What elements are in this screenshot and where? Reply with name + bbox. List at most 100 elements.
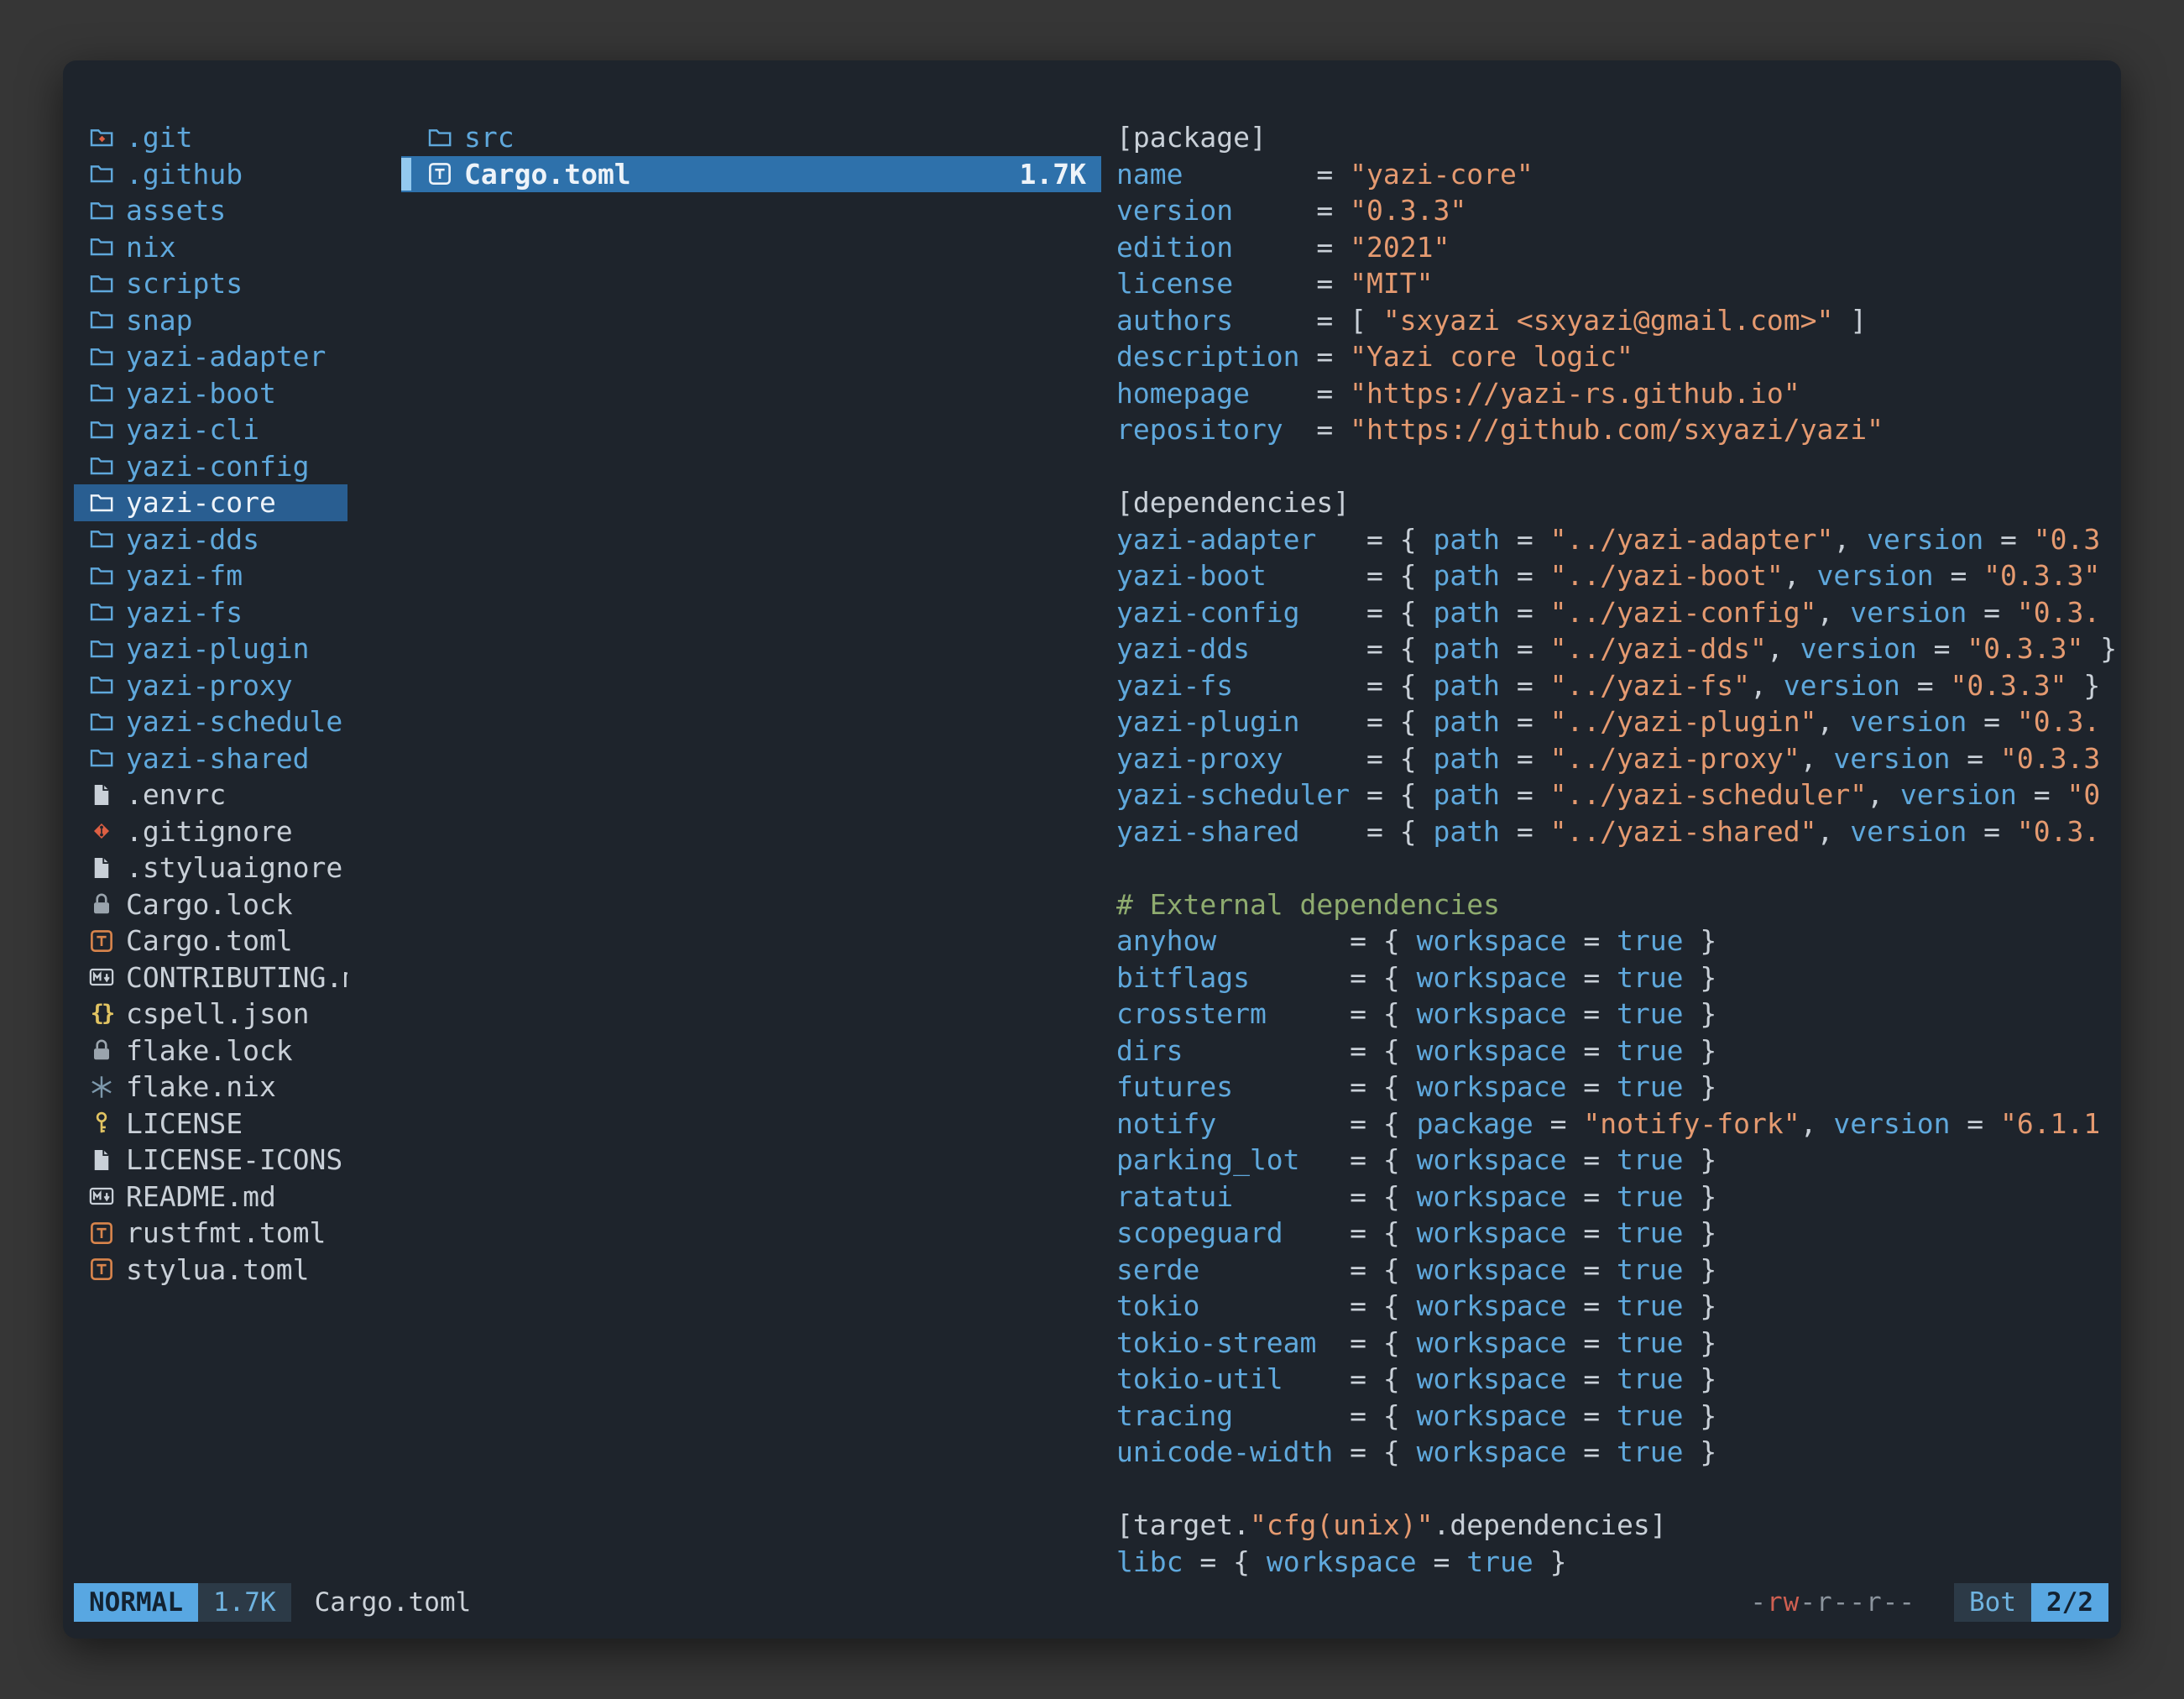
- file-row-yazi-proxy[interactable]: yazi-proxy: [74, 667, 347, 704]
- file-row-yazi-fm[interactable]: yazi-fm: [74, 557, 347, 594]
- file-row-yazi-dds[interactable]: yazi-dds: [74, 521, 347, 558]
- file-name: yazi-boot: [126, 377, 276, 410]
- preview-line: ratatui = { workspace = true }: [1116, 1179, 2119, 1215]
- git-folder-icon: [88, 124, 115, 151]
- file-row-yazi-core[interactable]: yazi-core: [74, 484, 347, 521]
- file-name: .gitignore: [126, 815, 293, 848]
- preview-line: unicode-width = { workspace = true }: [1116, 1434, 2119, 1471]
- current-pane: src Cargo.toml 1.7K: [401, 119, 1101, 1587]
- file-icon: [88, 782, 115, 808]
- file-permissions: -rw-r--r--: [1750, 1587, 1915, 1618]
- toml-icon: [426, 160, 453, 187]
- preview-line: [1116, 448, 2119, 485]
- file-name: scripts: [126, 267, 243, 300]
- folder-icon: [88, 197, 115, 224]
- preview-line: yazi-config = { path = "../yazi-config",…: [1116, 594, 2119, 631]
- file-row-assets[interactable]: assets: [74, 192, 347, 229]
- file-name: yazi-proxy: [126, 669, 293, 702]
- preview-line: [target."cfg(unix)".dependencies]: [1116, 1507, 2119, 1544]
- file-row-yazi-fs[interactable]: yazi-fs: [74, 594, 347, 631]
- preview-line: [1116, 850, 2119, 886]
- status-file-name: Cargo.toml: [315, 1587, 472, 1618]
- key-icon: [88, 1110, 115, 1137]
- scroll-position-badge: Bot: [1954, 1583, 2031, 1622]
- file-row--github[interactable]: .github: [74, 156, 347, 193]
- preview-line: tracing = { workspace = true }: [1116, 1398, 2119, 1435]
- file-name: yazi-dds: [126, 523, 259, 556]
- file-row-license-icons[interactable]: LICENSE-ICONS: [74, 1142, 347, 1179]
- file-row--gitignore[interactable]: .gitignore: [74, 813, 347, 850]
- preview-line: yazi-proxy = { path = "../yazi-proxy", v…: [1116, 740, 2119, 777]
- file-row-src[interactable]: src: [401, 119, 1101, 156]
- folder-icon: [88, 672, 115, 698]
- preview-line: scopeguard = { workspace = true }: [1116, 1215, 2119, 1252]
- file-row-yazi-adapter[interactable]: yazi-adapter: [74, 338, 347, 375]
- file-row--envrc[interactable]: .envrc: [74, 776, 347, 813]
- file-row-cspell-json[interactable]: {}cspell.json: [74, 996, 347, 1032]
- file-row-contributing-md[interactable]: CONTRIBUTING.md: [74, 959, 347, 996]
- toml-icon: [88, 928, 115, 954]
- file-row-scripts[interactable]: scripts: [74, 265, 347, 302]
- file-row-flake-lock[interactable]: flake.lock: [74, 1032, 347, 1069]
- preview-line: tokio-util = { workspace = true }: [1116, 1361, 2119, 1398]
- file-row-license[interactable]: LICENSE: [74, 1106, 347, 1142]
- file-row-cargo-toml[interactable]: Cargo.toml 1.7K: [401, 156, 1101, 193]
- lock-icon: [88, 1037, 115, 1064]
- file-row-cargo-lock[interactable]: Cargo.lock: [74, 886, 347, 923]
- file-row-yazi-config[interactable]: yazi-config: [74, 448, 347, 485]
- file-name: Cargo.lock: [126, 888, 293, 921]
- preview-line: version = "0.3.3": [1116, 192, 2119, 229]
- folder-icon: [88, 306, 115, 333]
- file-name: .github: [126, 158, 243, 191]
- file-row-rustfmt-toml[interactable]: rustfmt.toml: [74, 1215, 347, 1252]
- parent-pane: .git.githubassetsnixscriptssnapyazi-adap…: [74, 119, 347, 1587]
- perm-prefix: -: [1750, 1587, 1767, 1618]
- markdown-icon: [88, 1183, 115, 1210]
- preview-line: [1116, 1471, 2119, 1508]
- preview-line: tokio-stream = { workspace = true }: [1116, 1325, 2119, 1362]
- file-row-yazi-boot[interactable]: yazi-boot: [74, 375, 347, 412]
- file-name: README.md: [126, 1180, 276, 1213]
- file-row--styluaignore[interactable]: .styluaignore: [74, 850, 347, 886]
- folder-icon: [88, 635, 115, 662]
- preview-line: tokio = { workspace = true }: [1116, 1288, 2119, 1325]
- preview-line: # External dependencies: [1116, 886, 2119, 923]
- file-row-nix[interactable]: nix: [74, 229, 347, 266]
- file-row-readme-md[interactable]: README.md: [74, 1179, 347, 1215]
- file-row-yazi-shared[interactable]: yazi-shared: [74, 740, 347, 777]
- file-row-snap[interactable]: snap: [74, 302, 347, 339]
- preview-line: yazi-shared = { path = "../yazi-shared",…: [1116, 813, 2119, 850]
- file-name: yazi-core: [126, 486, 276, 519]
- file-size: 1.7K: [1020, 158, 1101, 191]
- file-row-yazi-plugin[interactable]: yazi-plugin: [74, 630, 347, 667]
- file-name: flake.nix: [126, 1070, 276, 1103]
- preview-line: [dependencies]: [1116, 484, 2119, 521]
- preview-line: edition = "2021": [1116, 229, 2119, 266]
- preview-line: yazi-boot = { path = "../yazi-boot", ver…: [1116, 557, 2119, 594]
- file-name: nix: [126, 231, 176, 264]
- preview-line: dirs = { workspace = true }: [1116, 1032, 2119, 1069]
- preview-line: repository = "https://github.com/sxyazi/…: [1116, 411, 2119, 448]
- file-name: Cargo.toml: [464, 158, 631, 191]
- file-row-flake-nix[interactable]: flake.nix: [74, 1069, 347, 1106]
- preview-line: crossterm = { workspace = true }: [1116, 996, 2119, 1032]
- toml-icon: [88, 1256, 115, 1283]
- file-name: flake.lock: [126, 1034, 293, 1067]
- folder-icon: [88, 379, 115, 406]
- folder-icon: [88, 599, 115, 625]
- file-row-yazi-cli[interactable]: yazi-cli: [74, 411, 347, 448]
- preview-line: name = "yazi-core": [1116, 156, 2119, 193]
- file-name: yazi-cli: [126, 413, 259, 446]
- preview-line: futures = { workspace = true }: [1116, 1069, 2119, 1106]
- folder-icon: [88, 343, 115, 370]
- file-row--git[interactable]: .git: [74, 119, 347, 156]
- file-row-yazi-scheduler[interactable]: yazi-scheduler: [74, 703, 347, 740]
- file-size-badge: 1.7K: [198, 1583, 291, 1622]
- file-name: src: [464, 121, 515, 154]
- file-row-stylua-toml[interactable]: stylua.toml: [74, 1252, 347, 1289]
- cursor-count-badge: 2/2: [2031, 1583, 2108, 1622]
- folder-icon: [88, 745, 115, 771]
- nix-icon: [88, 1074, 115, 1100]
- file-row-cargo-toml[interactable]: Cargo.toml: [74, 923, 347, 959]
- preview-line: notify = { package = "notify-fork", vers…: [1116, 1106, 2119, 1142]
